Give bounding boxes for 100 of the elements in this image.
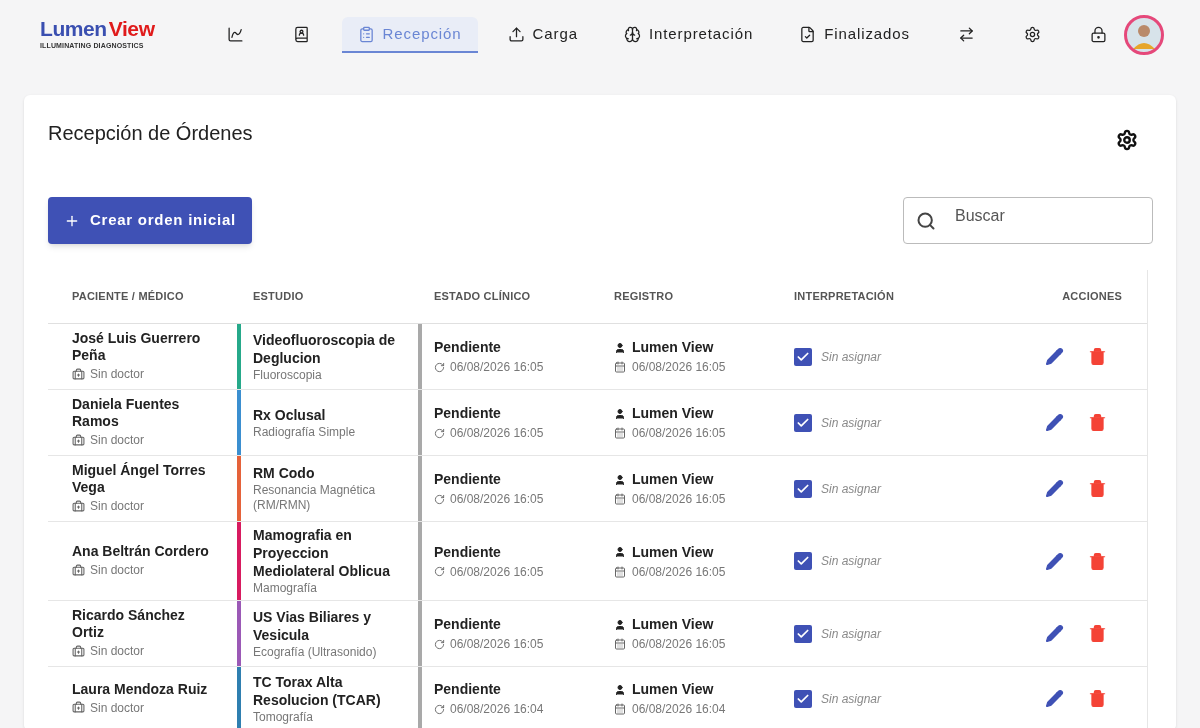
study-name: RM Codo: [253, 464, 316, 482]
swap-arrows-icon: [957, 25, 975, 43]
interpreter: Sin asignar: [821, 553, 882, 570]
medical-bag-icon: [72, 367, 85, 381]
delete-icon[interactable]: [1088, 479, 1107, 498]
user-icon: [614, 341, 626, 354]
medical-bag-icon: [72, 433, 85, 447]
interpreter: Sin asignar: [821, 414, 882, 432]
nav-tab[interactable]: Carga: [491, 17, 594, 53]
refresh-icon: [434, 493, 445, 505]
status-text: Pendiente: [434, 680, 502, 699]
study-name: US Vias Biliares y Vesicula: [253, 607, 373, 644]
doctor-name: Sin doctor: [90, 643, 145, 660]
user-icon: [614, 546, 626, 558]
interpreter: Sin asignar: [821, 348, 882, 366]
registered-by: Lumen View: [632, 470, 714, 489]
calendar-icon: [614, 361, 626, 373]
column-header: ESTUDIO: [252, 289, 305, 305]
status-time: 06/08/2026 16:05: [450, 359, 544, 376]
check-icon: [796, 554, 810, 568]
delete-icon[interactable]: [1088, 413, 1107, 432]
refresh-icon: [434, 703, 445, 715]
chart-icon: [227, 25, 245, 43]
lock-icon: [1089, 25, 1107, 43]
registered-by: Lumen View: [632, 338, 714, 357]
status-time: 06/08/2026 16:05: [450, 425, 544, 442]
registered-date: 06/08/2026 16:05: [632, 563, 726, 581]
edit-icon[interactable]: [1045, 551, 1064, 571]
study-name: Mamografia en Proyeccion Mediolateral Oblicua: [253, 526, 391, 580]
study-name: Rx Oclusal: [253, 405, 327, 424]
edit-icon[interactable]: [1045, 413, 1064, 432]
status-time: 06/08/2026 16:04: [450, 701, 544, 718]
delete-icon[interactable]: [1088, 347, 1107, 366]
brain-icon: [623, 25, 641, 43]
medical-bag-icon: [72, 563, 85, 577]
column-header: PACIENTE / MÉDICO: [71, 289, 185, 305]
registered-date: 06/08/2026 16:05: [632, 491, 726, 508]
settings-icon: [1023, 25, 1041, 43]
modality: Mamografía: [253, 581, 319, 596]
delete-icon[interactable]: [1088, 551, 1107, 571]
status-text: Pendiente: [434, 470, 502, 489]
delete-icon[interactable]: [1088, 624, 1107, 643]
interpretation-checkbox[interactable]: [794, 689, 812, 708]
interpretation-checkbox[interactable]: [794, 624, 812, 643]
status-text: Pendiente: [434, 338, 502, 357]
search-field[interactable]: Buscar: [903, 197, 1153, 244]
create-order-button[interactable]: Crear orden inicial: [48, 197, 252, 244]
edit-icon[interactable]: [1045, 479, 1064, 498]
avatar[interactable]: [1124, 15, 1164, 55]
calendar-icon: [614, 638, 626, 650]
edit-icon[interactable]: [1045, 624, 1064, 643]
modality: Radiografía Simple: [253, 424, 356, 440]
doctor-name: Sin doctor: [90, 498, 145, 515]
medical-bag-icon: [72, 644, 85, 658]
contact-book-icon: [293, 25, 311, 43]
interpreter: Sin asignar: [821, 480, 882, 498]
column-header: REGISTRO: [613, 289, 675, 305]
edit-icon[interactable]: [1045, 689, 1064, 708]
patient-name: Ricardo Sánchez Ortiz: [72, 607, 186, 641]
doctor-name: Sin doctor: [90, 699, 145, 717]
doctor-name: Sin doctor: [90, 366, 145, 383]
registered-date: 06/08/2026 16:05: [632, 636, 726, 653]
file-check-icon: [799, 25, 817, 43]
registered-by: Lumen View: [632, 542, 714, 562]
user-icon: [614, 473, 626, 486]
nav-tab[interactable]: Interpretación: [607, 17, 770, 53]
interpretation-checkbox[interactable]: [794, 552, 812, 570]
interpretation-checkbox[interactable]: [794, 479, 812, 498]
calendar-icon: [614, 493, 626, 505]
calendar-icon: [614, 565, 626, 578]
refresh-icon: [434, 566, 445, 577]
nav-tab[interactable]: Finalizados: [783, 17, 926, 53]
user-icon: [614, 407, 626, 420]
search-icon: [916, 211, 936, 231]
calendar-icon: [614, 427, 626, 439]
delete-icon[interactable]: [1088, 689, 1107, 708]
status-text: Pendiente: [434, 404, 502, 423]
modality: Fluoroscopia: [253, 367, 323, 383]
registered-date: 06/08/2026 16:04: [632, 701, 726, 718]
status-time: 06/08/2026 16:05: [450, 636, 544, 653]
interpretation-checkbox[interactable]: [794, 413, 812, 432]
modality: Ecografía (Ultrasonido): [253, 644, 378, 660]
interpretation-checkbox[interactable]: [794, 347, 812, 366]
modality: Tomografía: [253, 709, 315, 725]
patient-name: Ana Beltrán Cordero: [72, 543, 210, 560]
refresh-icon: [434, 638, 445, 650]
refresh-icon: [434, 361, 445, 373]
doctor-name: Sin doctor: [90, 432, 145, 449]
registered-by: Lumen View: [632, 680, 714, 699]
registered-date: 06/08/2026 16:05: [632, 425, 726, 442]
settings-icon[interactable]: [1116, 129, 1138, 151]
user-icon: [614, 618, 626, 631]
refresh-icon: [434, 427, 445, 439]
patient-name: Miguel Ángel Torres Vega: [72, 462, 207, 496]
edit-icon[interactable]: [1045, 347, 1064, 366]
patient-name: Daniela Fuentes Ramos: [72, 396, 181, 430]
registered-by: Lumen View: [632, 404, 714, 423]
calendar-icon: [614, 703, 626, 715]
upload-icon: [507, 25, 525, 43]
registered-date: 06/08/2026 16:05: [632, 359, 726, 376]
